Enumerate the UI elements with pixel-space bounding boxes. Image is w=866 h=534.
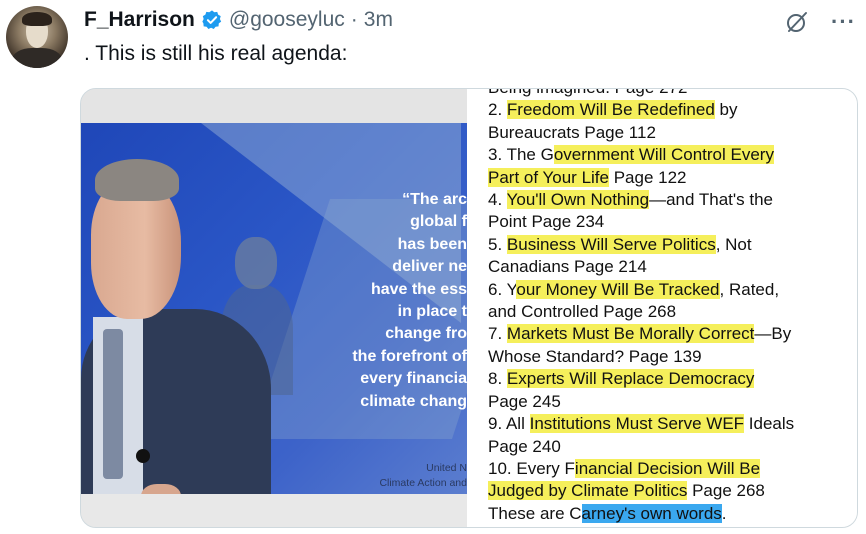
highlighted-text: Part of Your Life xyxy=(488,167,609,187)
quote-line: in place t xyxy=(397,303,467,321)
agenda-line: 9. All Institutions Must Serve WEF Ideal… xyxy=(488,413,853,435)
plain-text: , Not xyxy=(715,234,752,254)
speaker-tie xyxy=(103,329,123,479)
quote-line: has been xyxy=(397,235,467,253)
screenshot-text-panel: Being imagined. Page 272 2. Freedom Will … xyxy=(467,89,857,527)
verified-badge-icon xyxy=(202,10,222,29)
quote-line: “The arc xyxy=(402,191,467,208)
quote-line: have the ess xyxy=(370,280,467,298)
quote-line: the forefront of xyxy=(352,347,467,365)
highlighted-text: Experts Will Replace Democracy xyxy=(506,369,755,389)
agenda-line: Point Page 234 xyxy=(488,211,853,233)
highlighted-text: Business Will Serve Politics xyxy=(506,234,716,254)
tweet-header: F_Harrison @gooseyluc · 3m xyxy=(84,8,393,32)
agenda-line: and Controlled Page 268 xyxy=(488,301,853,323)
photo-top-band xyxy=(81,89,467,123)
author-avatar[interactable] xyxy=(6,6,68,68)
separator-dot: · xyxy=(350,8,358,31)
post-time[interactable]: 3m xyxy=(364,8,393,32)
plain-text: Canadians Page 214 xyxy=(488,257,647,277)
author-name[interactable]: F_Harrison xyxy=(84,8,195,32)
plain-text: Page 240 xyxy=(488,436,561,456)
caption-line: United N xyxy=(426,462,467,474)
agenda-line: 2. Freedom Will Be Redefined by xyxy=(488,99,853,121)
plain-text: by xyxy=(714,100,738,120)
plain-text: 6. Y xyxy=(488,279,517,299)
agenda-line: 4. You'll Own Nothing—and That's the xyxy=(488,189,853,211)
agenda-line: Part of Your Life Page 122 xyxy=(488,167,853,189)
quote-line: change fro xyxy=(385,325,467,343)
plain-text: Page 245 xyxy=(488,391,561,411)
author-handle[interactable]: @gooseyluc xyxy=(229,8,345,32)
quote-line: deliver ne xyxy=(392,258,467,276)
plain-text: Being imagined. Page 272 xyxy=(488,89,687,97)
highlighted-text: Markets Must Be Morally Correct xyxy=(506,324,755,344)
highlighted-text: Freedom Will Be Redefined xyxy=(506,100,715,120)
plain-text: 4. xyxy=(488,190,507,210)
agenda-line: 3. The Government Will Control Every xyxy=(488,144,853,166)
highlighted-text: inancial Decision Will Be xyxy=(574,458,761,478)
agenda-line: 7. Markets Must Be Morally Correct—By xyxy=(488,323,853,345)
agenda-line: These are Carney's own words. xyxy=(488,503,853,525)
agenda-line: 5. Business Will Serve Politics, Not xyxy=(488,234,853,256)
tweet-text: . This is still his real agenda: xyxy=(84,42,348,65)
highlighted-text: Judged by Climate Politics xyxy=(488,481,688,501)
plain-text: Page 268 xyxy=(687,481,765,501)
highlighted-text: overnment Will Control Every xyxy=(553,145,774,165)
agenda-line: Page 240 xyxy=(488,436,853,458)
avatar-body xyxy=(12,48,62,68)
photo-quote: “The arc global f has been deliver ne have t… xyxy=(277,189,467,413)
quote-line: climate chang xyxy=(360,392,467,410)
agenda-line: Judged by Climate Politics Page 268 xyxy=(488,480,853,502)
plain-text: and Controlled Page 268 xyxy=(488,302,677,322)
grok-icon[interactable] xyxy=(785,10,809,34)
avatar-hair xyxy=(22,12,52,26)
photo-caption: United N Climate Action and xyxy=(327,461,467,491)
speaker-hair xyxy=(95,159,179,201)
photo-speaker xyxy=(81,159,291,509)
highlighted-text: our Money Will Be Tracked xyxy=(516,279,720,299)
quote-line: every financia xyxy=(360,370,467,388)
lapel-mic-icon xyxy=(136,449,150,463)
plain-text: 5. xyxy=(488,234,507,254)
highlighted-text: Institutions Must Serve WEF xyxy=(529,414,745,434)
plain-text: —By xyxy=(754,324,792,344)
plain-text: 9. All xyxy=(488,414,530,434)
tweet-media[interactable]: “The arc global f has been deliver ne have t… xyxy=(80,88,858,528)
plain-text: Whose Standard? Page 139 xyxy=(488,346,702,366)
selected-text: arney's own words xyxy=(581,503,722,523)
plain-text: —and That's the xyxy=(649,190,773,210)
agenda-list: Being imagined. Page 272 2. Freedom Will … xyxy=(488,89,853,525)
plain-text: Page 122 xyxy=(608,167,687,187)
highlighted-text: You'll Own Nothing xyxy=(506,190,650,210)
plain-text: Ideals xyxy=(744,414,795,434)
plain-text: . xyxy=(721,503,727,523)
plain-text: , Rated, xyxy=(719,279,780,299)
photo-bottom-band xyxy=(81,494,467,527)
agenda-line: Canadians Page 214 xyxy=(488,256,853,278)
agenda-line: 10. Every Financial Decision Will Be xyxy=(488,458,853,480)
plain-text: These are C xyxy=(488,503,582,523)
plain-text: 10. Every F xyxy=(488,458,575,478)
plain-text: 2. xyxy=(488,100,507,120)
agenda-line: Being imagined. Page 272 xyxy=(488,89,853,99)
plain-text: 8. xyxy=(488,369,507,389)
agenda-line: Page 245 xyxy=(488,391,853,413)
caption-line: Climate Action and xyxy=(379,477,467,489)
agenda-line: Bureaucrats Page 112 xyxy=(488,122,853,144)
plain-text: Bureaucrats Page 112 xyxy=(488,122,656,142)
plain-text: 7. xyxy=(488,324,507,344)
agenda-line: 8. Experts Will Replace Democracy xyxy=(488,368,853,390)
quote-line: global f xyxy=(410,213,467,231)
tweet: F_Harrison @gooseyluc · 3m ··· . This is… xyxy=(0,0,866,534)
plain-text: Point Page 234 xyxy=(488,212,605,232)
agenda-line: 6. Your Money Will Be Tracked, Rated, xyxy=(488,279,853,301)
agenda-line: Whose Standard? Page 139 xyxy=(488,346,853,368)
top-actions: ··· xyxy=(785,10,856,34)
plain-text: 3. The G xyxy=(488,145,554,165)
photo-panel: “The arc global f has been deliver ne have t… xyxy=(81,89,467,527)
more-icon[interactable]: ··· xyxy=(831,11,856,33)
